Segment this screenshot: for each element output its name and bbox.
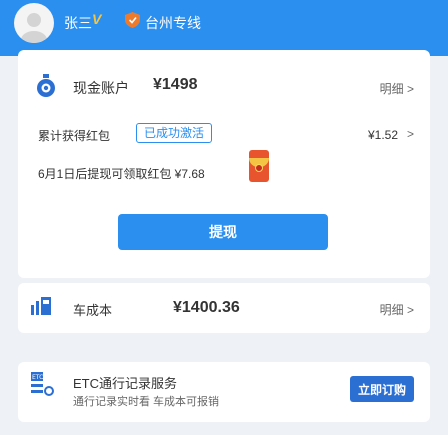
shield-icon [125, 12, 140, 28]
avatar-head-icon [27, 13, 41, 27]
red-packet-coin [255, 164, 263, 172]
withdraw-button[interactable]: 提现 [118, 214, 328, 250]
status-badge: 已成功激活 [136, 123, 213, 143]
etc-card: ETC ETC通行记录服务 通行记录实时看 车成本可报销 立即订购 [18, 362, 430, 422]
svg-text:ETC: ETC [32, 374, 43, 381]
rewards-label: 累计获得红包 [38, 129, 111, 143]
etc-subtitle: 通行记录实时看 车成本可报销 [73, 396, 220, 408]
chevron-right-icon[interactable]: > [407, 127, 414, 141]
cost-card: 车成本 ¥1400.36 明细 > [18, 283, 430, 333]
vip-badge: V [92, 11, 102, 27]
rewards-amount[interactable]: ¥1.52 [368, 128, 398, 142]
truck-cost-icon [31, 297, 51, 315]
avatar[interactable] [14, 3, 54, 43]
avatar-body-icon [21, 31, 47, 43]
user-name: 张三 [64, 15, 92, 31]
top-header: 张三 V 台州专线 [0, 0, 448, 56]
cost-label: 车成本 [73, 303, 113, 318]
line-name[interactable]: 台州专线 [145, 13, 201, 33]
cash-account-card: 现金账户 ¥1498 明细 > 累计获得红包 已成功激活 ¥1.52 > 6月1… [18, 50, 430, 278]
cost-detail-link[interactable]: 明细 > [380, 301, 414, 318]
account-detail-link[interactable]: 明细 > [380, 80, 414, 97]
account-icon [37, 74, 55, 97]
account-label: 现金账户 [73, 80, 129, 96]
account-amount: ¥1498 [153, 76, 198, 93]
etc-icon: ETC [31, 372, 54, 396]
cash-note: 6月1日后提现可领取红包 ¥7.68 [38, 167, 205, 181]
cost-amount: ¥1400.36 [173, 299, 240, 316]
subscribe-button[interactable]: 立即订购 [350, 376, 414, 402]
red-packet-icon[interactable] [249, 150, 269, 182]
etc-title: ETC通行记录服务 [73, 376, 178, 391]
